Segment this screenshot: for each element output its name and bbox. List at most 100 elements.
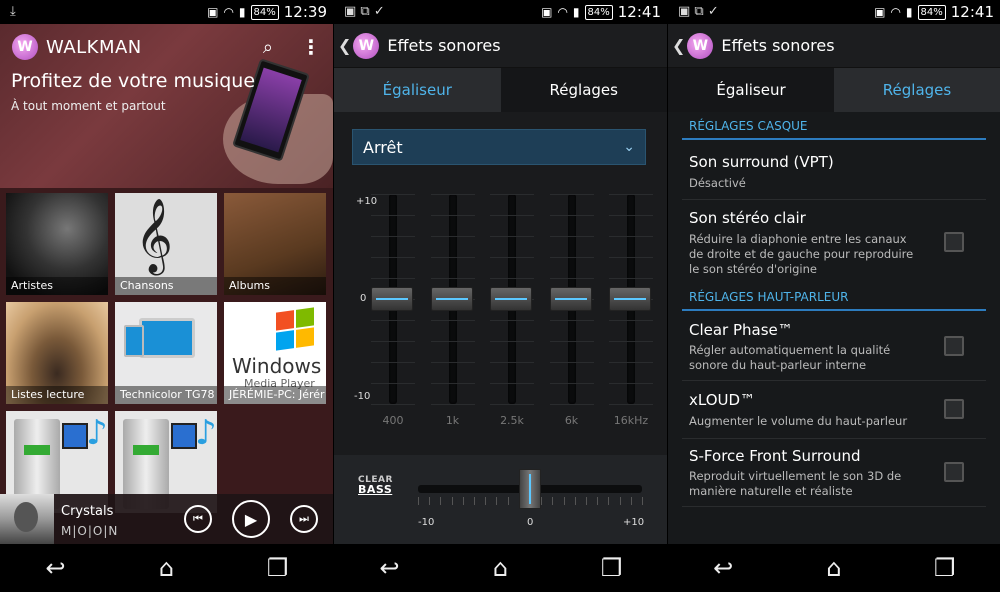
preset-dropdown[interactable]: Arrêt ⌄ bbox=[352, 129, 646, 165]
checkbox-stereo-clair[interactable] bbox=[944, 232, 964, 252]
tab-bar: Égaliseur Réglages bbox=[334, 68, 667, 112]
battery-indicator: 84% bbox=[250, 4, 279, 20]
next-button[interactable]: ⏭ bbox=[290, 505, 318, 533]
eq-slider-handle[interactable] bbox=[371, 287, 413, 311]
tile-albums[interactable]: Albums bbox=[224, 193, 326, 295]
music-note-icon: ♪ bbox=[195, 413, 217, 453]
checkbox-xloud[interactable] bbox=[944, 399, 964, 419]
recent-apps-icon[interactable]: ❐ bbox=[248, 554, 308, 582]
tile-jeremie-pc[interactable]: Windows Media Player JÉRÉMIE-PC: Jérér bbox=[224, 302, 326, 404]
mini-player[interactable]: Crystals M|O|O|N ⏮ ▶ ⏭ bbox=[0, 494, 333, 544]
walkman-logo-icon[interactable]: W bbox=[353, 32, 380, 59]
eq-band-slider[interactable] bbox=[371, 194, 415, 405]
clear-bass-tick bbox=[608, 497, 610, 505]
eq-tick bbox=[549, 404, 594, 405]
clear-bass-tick bbox=[630, 497, 632, 505]
clear-bass-tick bbox=[451, 497, 453, 505]
overflow-menu-icon[interactable]: ⋮ bbox=[301, 35, 321, 59]
equalizer: +10 0 -10 400 1k 2.5k 6k 16kHz bbox=[334, 192, 667, 432]
home-icon[interactable]: ⌂ bbox=[804, 554, 864, 582]
download-icon: ⤓ bbox=[10, 4, 16, 19]
eq-tick bbox=[549, 341, 594, 342]
tab-reglages[interactable]: Réglages bbox=[834, 68, 1000, 112]
eq-tick bbox=[490, 257, 534, 258]
eq-band-slider[interactable] bbox=[609, 194, 653, 405]
home-icon[interactable]: ⌂ bbox=[137, 554, 197, 582]
checkbox-s-force[interactable] bbox=[944, 462, 964, 482]
signal-icon: ▮ bbox=[572, 5, 580, 19]
eq-band-label: 6k bbox=[564, 414, 579, 427]
nav-bar: ↩ ⌂ ❐ bbox=[668, 544, 1000, 592]
headline: Profitez de votre musique bbox=[11, 70, 256, 92]
library-grid: Artistes 𝄞 Chansons Albums Listes lectur… bbox=[6, 193, 328, 513]
tile-label: Chansons bbox=[115, 277, 217, 295]
previous-button[interactable]: ⏮ bbox=[184, 505, 212, 533]
recent-apps-icon[interactable]: ❐ bbox=[915, 554, 975, 582]
walkman-logo-icon[interactable]: W bbox=[687, 32, 714, 59]
setting-surround-vpt[interactable]: Son surround (VPT) Désactivé bbox=[682, 142, 986, 200]
clear-bass-tick bbox=[642, 497, 643, 505]
checkbox-clear-phase[interactable] bbox=[944, 336, 964, 356]
tab-egaliseur[interactable]: Égaliseur bbox=[668, 68, 834, 112]
wifi-icon: ◠ bbox=[557, 5, 568, 19]
recent-apps-icon[interactable]: ❐ bbox=[582, 554, 642, 582]
clear-bass-logo-bottom: BASS bbox=[358, 483, 393, 496]
setting-title: Son stéréo clair bbox=[689, 209, 806, 227]
eq-slider-handle[interactable] bbox=[430, 287, 473, 311]
film-icon bbox=[171, 423, 197, 449]
setting-clear-phase[interactable]: Clear Phase™ Régler automatiquement la q… bbox=[682, 313, 986, 381]
signal-icon: ▮ bbox=[238, 5, 246, 19]
tile-technicolor[interactable]: Technicolor TG78 bbox=[115, 302, 217, 404]
back-icon[interactable]: ↩ bbox=[26, 554, 86, 582]
back-icon[interactable]: ↩ bbox=[360, 554, 420, 582]
play-icon: ▶ bbox=[244, 509, 258, 529]
home-icon[interactable]: ⌂ bbox=[471, 554, 531, 582]
search-icon[interactable]: ⌕ bbox=[263, 37, 273, 58]
eq-band-slider[interactable] bbox=[549, 194, 594, 405]
clear-bass-logo: CLEAR BASS bbox=[358, 475, 393, 496]
eq-y-label-min: -10 bbox=[354, 391, 371, 402]
eq-slider-handle[interactable] bbox=[609, 287, 651, 311]
clear-bass-tick bbox=[574, 497, 576, 505]
eq-tick bbox=[371, 236, 415, 237]
eq-tick bbox=[609, 215, 653, 216]
album-cover[interactable] bbox=[0, 494, 54, 544]
setting-stereo-clair[interactable]: Son stéréo clair Réduire la diaphonie en… bbox=[682, 200, 986, 286]
tile-label: Artistes bbox=[6, 277, 108, 295]
clear-bass-tick bbox=[429, 497, 431, 505]
signal-icon: ▮ bbox=[905, 5, 913, 19]
action-bar: ❮ W Effets sonores bbox=[668, 24, 1000, 68]
eq-tick bbox=[371, 278, 415, 279]
play-button[interactable]: ▶ bbox=[232, 500, 270, 538]
up-navigation-icon[interactable]: ❮ bbox=[672, 36, 685, 55]
setting-xloud[interactable]: xLOUD™ Augmenter le volume du haut-parle… bbox=[682, 381, 986, 439]
tile-chansons[interactable]: 𝄞 Chansons bbox=[115, 193, 217, 295]
eq-band-slider[interactable] bbox=[430, 194, 475, 405]
clear-bass-label-min: -10 bbox=[418, 517, 435, 528]
eq-tick bbox=[430, 215, 475, 216]
clear-bass-tick bbox=[563, 497, 565, 505]
setting-title: S-Force Front Surround bbox=[689, 447, 861, 465]
screen-title: Effets sonores bbox=[387, 36, 501, 55]
setting-s-force[interactable]: S-Force Front Surround Reproduit virtuel… bbox=[682, 439, 986, 507]
status-bar: ▣ ⧉ ✓ ▣ ◠ ▮ 84% 12:41 bbox=[668, 0, 1000, 24]
clear-bass-slider-handle[interactable] bbox=[519, 469, 541, 509]
eq-tick bbox=[371, 257, 415, 258]
eq-tick bbox=[609, 341, 653, 342]
eq-tick bbox=[371, 362, 415, 363]
eq-band-slider[interactable] bbox=[490, 194, 534, 405]
eq-tick bbox=[490, 383, 534, 384]
tab-reglages[interactable]: Réglages bbox=[500, 68, 667, 112]
clear-bass-tick bbox=[552, 497, 554, 505]
eq-slider-handle[interactable] bbox=[490, 287, 532, 311]
setting-desc: Reproduit virtuellement le son 3D de man… bbox=[689, 469, 902, 498]
eq-tick bbox=[490, 341, 534, 342]
up-navigation-icon[interactable]: ❮ bbox=[338, 36, 351, 55]
eq-tick bbox=[430, 257, 475, 258]
status-time: 12:41 bbox=[950, 3, 994, 21]
tile-artistes[interactable]: Artistes bbox=[6, 193, 108, 295]
back-icon[interactable]: ↩ bbox=[693, 554, 753, 582]
tab-egaliseur[interactable]: Égaliseur bbox=[334, 68, 501, 112]
eq-slider-handle[interactable] bbox=[549, 287, 592, 311]
tile-listes-lecture[interactable]: Listes lecture bbox=[6, 302, 108, 404]
